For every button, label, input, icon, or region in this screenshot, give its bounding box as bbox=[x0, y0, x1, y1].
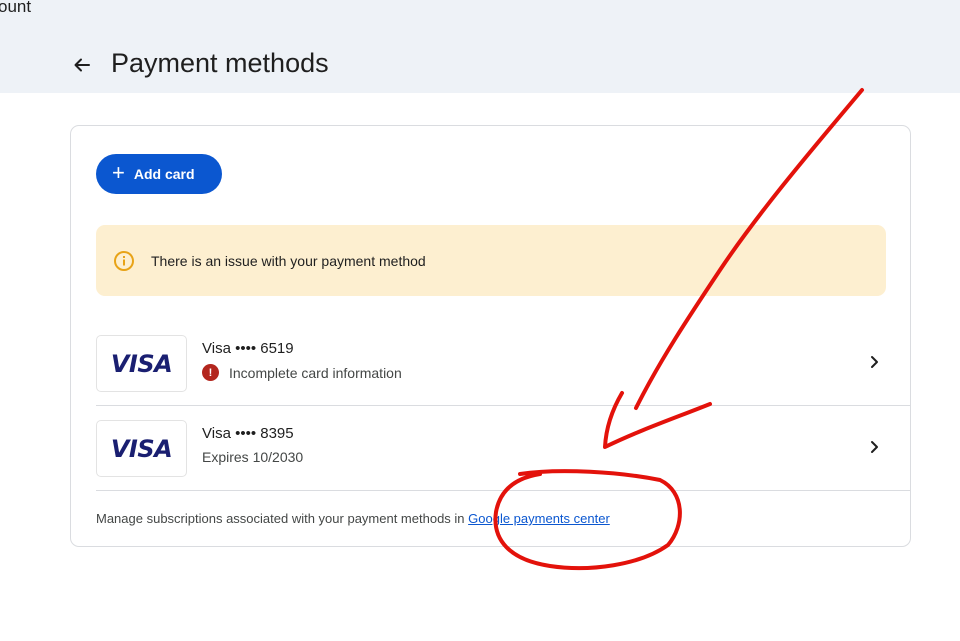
card-status-text: Incomplete card information bbox=[229, 364, 402, 381]
footer-text: Manage subscriptions associated with you… bbox=[96, 511, 469, 526]
error-icon: ! bbox=[202, 364, 219, 381]
payment-method-row[interactable]: VISA Visa •••• 8395 Expires 10/2030 bbox=[96, 406, 911, 491]
top-header: ount Payment methods bbox=[0, 0, 960, 93]
plus-icon: + bbox=[112, 160, 125, 185]
visa-logo: VISA bbox=[96, 420, 187, 477]
payment-issue-alert: There is an issue with your payment meth… bbox=[96, 225, 886, 296]
card-status: Expires 10/2030 bbox=[202, 449, 303, 465]
back-arrow-button[interactable] bbox=[68, 51, 96, 79]
add-card-button[interactable]: + Add card bbox=[96, 154, 222, 194]
payment-method-row[interactable]: VISA Visa •••• 6519 ! Incomplete card in… bbox=[96, 321, 911, 406]
info-circle-icon bbox=[114, 250, 134, 271]
chevron-right-icon bbox=[871, 356, 878, 368]
card-name: Visa •••• 8395 bbox=[202, 425, 294, 442]
alert-message: There is an issue with your payment meth… bbox=[151, 252, 426, 269]
chevron-right-icon bbox=[871, 441, 878, 453]
visa-logo: VISA bbox=[96, 335, 187, 392]
arrow-left-icon bbox=[74, 58, 90, 72]
payments-center-link[interactable]: Google payments center bbox=[468, 511, 610, 526]
card-status-text: Expires 10/2030 bbox=[202, 449, 304, 465]
account-breadcrumb[interactable]: ount bbox=[0, 0, 31, 17]
card-name: Visa •••• 6519 bbox=[202, 340, 294, 357]
payment-methods-card: + Add card There is an issue with your p… bbox=[70, 125, 911, 547]
page-title: Payment methods bbox=[111, 48, 329, 78]
card-status: ! Incomplete card information bbox=[202, 364, 402, 381]
add-card-label: Add card bbox=[133, 166, 195, 182]
footer-note: Manage subscriptions associated with you… bbox=[96, 511, 610, 526]
